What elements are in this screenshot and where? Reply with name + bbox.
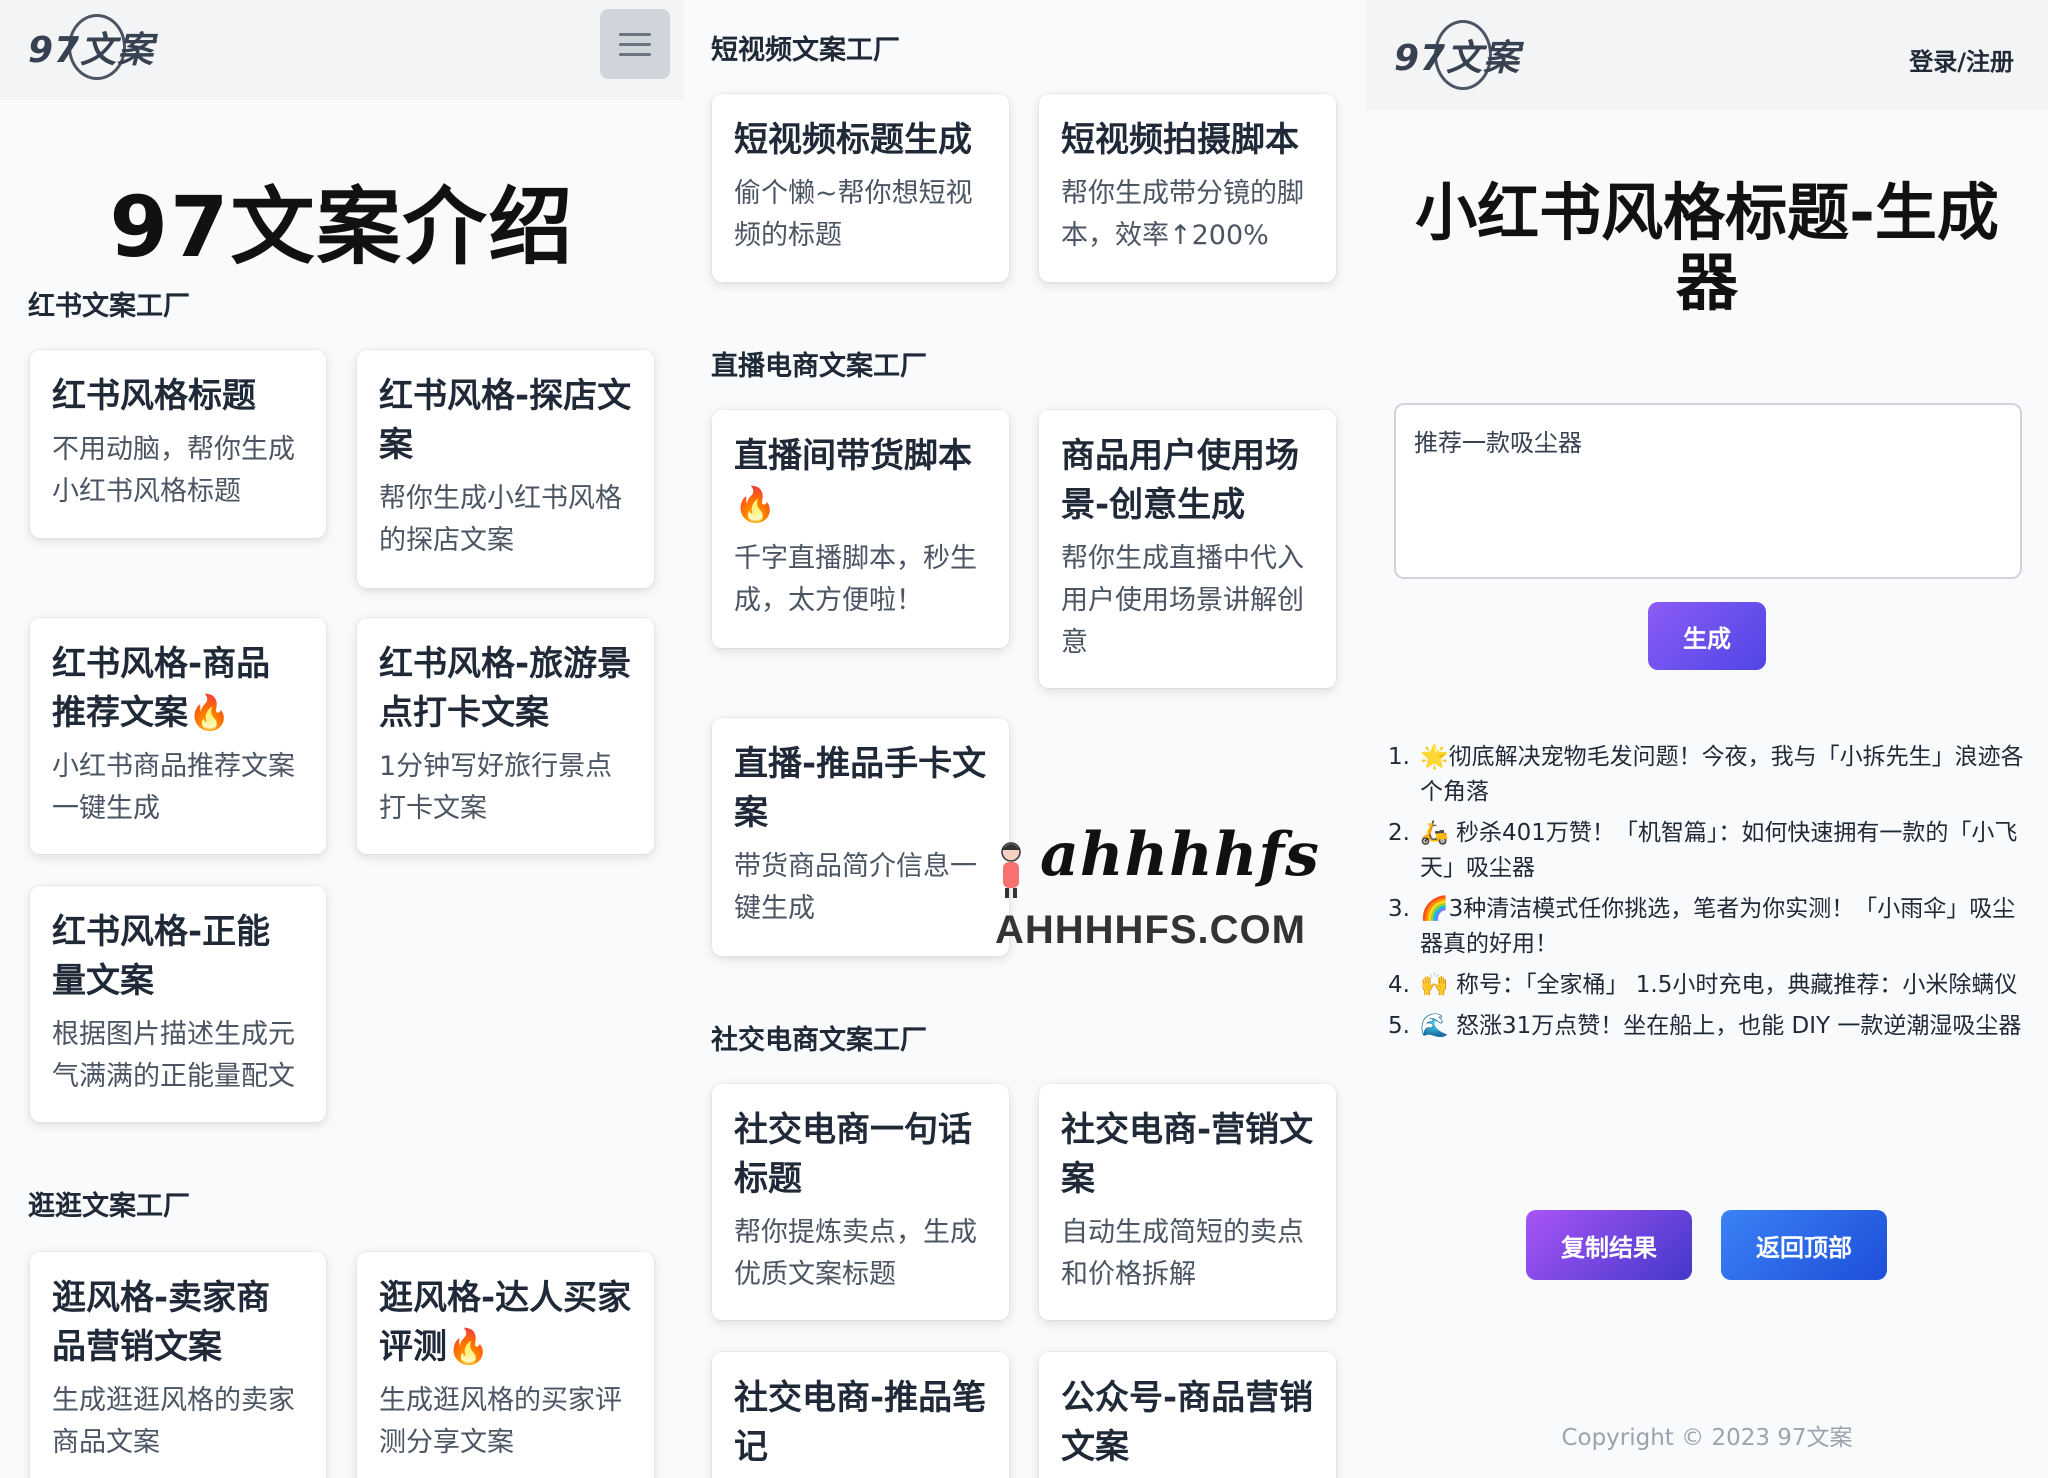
- hamburger-icon: [619, 32, 651, 36]
- card-title: 公众号-商品营销文案: [1061, 1378, 1314, 1467]
- site-watermark: ahhhhfs AHHHHFS.COM: [995, 820, 1319, 955]
- factory-list-panel: 短视频文案工厂 短视频标题生成 偷个懒~帮你想短视频的标题 短视频拍摄脚本 帮你…: [684, 0, 1366, 1478]
- card-title: 商品用户使用场景-创意生成: [1061, 436, 1299, 525]
- result-text: 🌈3种清洁模式任你挑选，笔者为你实测！「小雨伞」吸尘器真的好用！: [1420, 896, 2016, 957]
- top-navbar: 97文案: [0, 0, 684, 100]
- page-title: 小红书风格标题-生成器: [1415, 176, 1999, 319]
- watermark-domain: AHHHHFS.COM: [995, 908, 1306, 952]
- card-desc: 帮你生成带分镜的脚本，效率↑200%: [1061, 178, 1304, 251]
- section-heading-short-video: 短视频文案工厂: [711, 35, 900, 66]
- card-desc: 帮你提炼卖点，生成优质文案标题: [734, 1217, 977, 1290]
- result-text: 🙌 称号：「全家桶」 1.5小时充电，典藏推荐：小米除螨仪: [1420, 972, 2018, 998]
- result-item: 5. 🌊 怒涨31万点赞！坐在船上，也能 DIY 一款逆潮湿吸尘器: [1388, 1013, 2022, 1039]
- menu-button[interactable]: [600, 9, 670, 79]
- card-title: 红书风格-商品推荐文案🔥: [52, 644, 271, 733]
- card-desc: 帮你生成小红书风格的探店文案: [379, 483, 622, 556]
- result-text: 🌟彻底解决宠物毛发问题！今夜，我与「小拆先生」浪迹各个角落: [1420, 744, 2024, 805]
- back-to-top-button[interactable]: 返回顶部: [1721, 1210, 1887, 1280]
- card-title: 社交电商一句话标题: [734, 1110, 972, 1199]
- tool-card[interactable]: 红书风格-正能量文案 根据图片描述生成元气满满的正能量配文: [30, 886, 326, 1122]
- result-item: 2. 🛵 秒杀401万赞！「机智篇」：如何快速拥有一款的「小飞天」吸尘器: [1388, 820, 2018, 881]
- result-item: 1. 🌟彻底解决宠物毛发问题！今夜，我与「小拆先生」浪迹各个角落: [1388, 744, 2024, 805]
- tool-card[interactable]: 逛风格-卖家商品营销文案 生成逛逛风格的卖家商品文案: [30, 1252, 326, 1478]
- tool-card[interactable]: 商品用户使用场景-创意生成 帮你生成直播中代入用户使用场景讲解创意: [1039, 410, 1336, 688]
- site-logo[interactable]: 97文案: [28, 14, 168, 80]
- result-text: 🌊 怒涨31万点赞！坐在船上，也能 DIY 一款逆潮湿吸尘器: [1420, 1013, 2022, 1039]
- card-desc: 小红书商品推荐文案一键生成: [52, 751, 295, 824]
- card-title: 短视频标题生成: [734, 120, 972, 160]
- tool-card[interactable]: 红书风格标题 不用动脑，帮你生成小红书风格标题: [30, 350, 326, 538]
- section-heading-redbook: 红书文案工厂: [28, 291, 190, 322]
- section-heading-live-commerce: 直播电商文案工厂: [711, 351, 927, 382]
- card-desc: 不用动脑，帮你生成小红书风格标题: [52, 434, 295, 507]
- generate-button[interactable]: 生成: [1648, 602, 1766, 670]
- logo-text: 97文案: [28, 30, 155, 71]
- tool-card[interactable]: 社交电商-推品笔记: [712, 1352, 1009, 1478]
- tool-card[interactable]: 短视频标题生成 偷个懒~帮你想短视频的标题: [712, 94, 1009, 282]
- card-title: 直播间带货脚本🔥: [734, 436, 972, 525]
- card-desc: 生成逛逛风格的卖家商品文案: [52, 1385, 295, 1458]
- tool-card[interactable]: 公众号-商品营销文案: [1039, 1352, 1336, 1478]
- result-item: 3. 🌈3种清洁模式任你挑选，笔者为你实测！「小雨伞」吸尘器真的好用！: [1388, 896, 2016, 957]
- card-desc: 根据图片描述生成元气满满的正能量配文: [52, 1019, 295, 1092]
- login-register-link[interactable]: 登录/注册: [1909, 42, 2014, 77]
- intro-panel: 97文案 97文案介绍 红书文案工厂 红书风格标题 不用动脑，帮你生成小红书风格…: [0, 0, 684, 1478]
- result-text: 🛵 秒杀401万赞！「机智篇」：如何快速拥有一款的「小飞天」吸尘器: [1420, 820, 2018, 881]
- top-navbar: 97文案 登录/注册: [1366, 0, 2048, 110]
- tool-card[interactable]: 逛风格-达人买家评测🔥 生成逛风格的买家评测分享文案: [357, 1252, 654, 1478]
- prompt-input[interactable]: [1394, 403, 2022, 579]
- card-title: 短视频拍摄脚本: [1061, 120, 1299, 160]
- tool-card[interactable]: 短视频拍摄脚本 帮你生成带分镜的脚本，效率↑200%: [1039, 94, 1336, 282]
- mascot-icon: [1001, 842, 1021, 898]
- card-desc: 1分钟写好旅行景点打卡文案: [379, 751, 613, 824]
- section-heading-guangguang: 逛逛文案工厂: [28, 1191, 190, 1222]
- result-item: 4. 🙌 称号：「全家桶」 1.5小时充电，典藏推荐：小米除螨仪: [1388, 972, 2018, 998]
- section-heading-social-commerce: 社交电商文案工厂: [711, 1025, 927, 1056]
- page-title: 97文案介绍: [109, 178, 575, 276]
- watermark-script: ahhhhfs: [1040, 820, 1320, 890]
- generator-panel: 97文案 登录/注册 小红书风格标题-生成器 生成 1.🌟彻底解决宠物毛发问题！…: [1366, 0, 2048, 1478]
- tool-card[interactable]: 红书风格-旅游景点打卡文案 1分钟写好旅行景点打卡文案: [357, 618, 654, 854]
- card-title: 红书风格-正能量文案: [52, 912, 271, 1001]
- card-title: 逛风格-达人买家评测🔥: [379, 1278, 632, 1367]
- copyright-footer: Copyright © 2023 97文案: [1561, 1425, 1853, 1451]
- tool-card[interactable]: 红书风格-探店文案 帮你生成小红书风格的探店文案: [357, 350, 654, 588]
- card-desc: 自动生成简短的卖点和价格拆解: [1061, 1217, 1304, 1290]
- card-desc: 带货商品简介信息一键生成: [734, 851, 977, 924]
- logo-text: 97文案: [1394, 38, 1521, 79]
- card-desc: 偷个懒~帮你想短视频的标题: [734, 178, 973, 251]
- tool-card[interactable]: 社交电商一句话标题 帮你提炼卖点，生成优质文案标题: [712, 1084, 1009, 1320]
- tool-card[interactable]: 直播间带货脚本🔥 千字直播脚本，秒生成，太方便啦！: [712, 410, 1009, 648]
- card-title: 社交电商-营销文案: [1061, 1110, 1314, 1199]
- tool-card[interactable]: 社交电商-营销文案 自动生成简短的卖点和价格拆解: [1039, 1084, 1336, 1320]
- card-title: 红书风格-旅游景点打卡文案: [379, 644, 632, 733]
- copy-result-button[interactable]: 复制结果: [1526, 1210, 1692, 1280]
- card-title: 社交电商-推品笔记: [734, 1378, 987, 1467]
- results-list: 1. 🌟彻底解决宠物毛发问题！今夜，我与「小拆先生」浪迹各个角落 2. 🛵 秒杀40…: [1388, 740, 2024, 1050]
- card-title: 红书风格-探店文案: [379, 376, 632, 465]
- card-title: 直播-推品手卡文案: [734, 744, 987, 833]
- tool-card[interactable]: 直播-推品手卡文案 带货商品简介信息一键生成: [712, 718, 1009, 956]
- card-desc: 千字直播脚本，秒生成，太方便啦！: [734, 543, 977, 616]
- card-title: 红书风格标题: [52, 376, 256, 416]
- card-desc: 帮你生成直播中代入用户使用场景讲解创意: [1061, 543, 1304, 658]
- card-title: 逛风格-卖家商品营销文案: [52, 1278, 271, 1367]
- tool-card[interactable]: 红书风格-商品推荐文案🔥 小红书商品推荐文案一键生成: [30, 618, 326, 854]
- card-desc: 生成逛风格的买家评测分享文案: [379, 1385, 622, 1458]
- site-logo[interactable]: 97文案: [1394, 20, 1534, 90]
